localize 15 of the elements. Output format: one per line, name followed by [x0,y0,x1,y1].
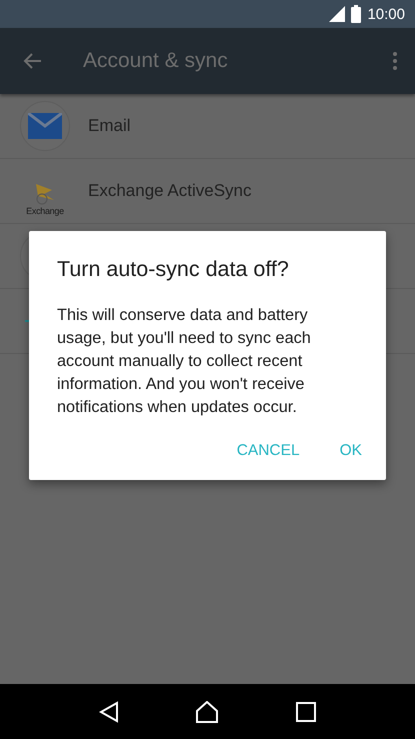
battery-icon [351,5,362,23]
dialog-message: This will conserve data and battery usage, but you'll need to sync each account manually to collect recent information. And you won't receive notifications when updates occur. [57,305,312,418]
signal-icon [329,6,346,22]
logo-text: Exchange [26,206,64,216]
email-icon [20,101,70,151]
home-icon[interactable] [196,700,218,722]
dialog-button[interactable]: OK [328,436,374,466]
account-label[interactable]: Exchange ActiveSync [88,181,252,201]
screen-title: Account & sync [83,49,229,73]
account-label[interactable]: Email [88,116,131,136]
dialog-title: Turn auto-sync data off? [57,257,290,282]
status-time: 10:00 [367,6,405,22]
dialog-button[interactable]: CANCEL [224,436,312,466]
more-icon[interactable] [393,52,397,70]
recents-icon[interactable] [296,702,316,722]
